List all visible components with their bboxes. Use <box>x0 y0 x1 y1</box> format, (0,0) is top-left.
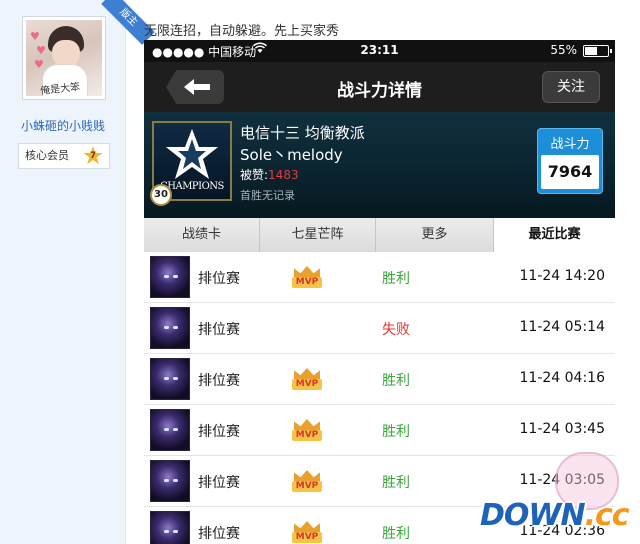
mvp-label: MVP <box>292 277 322 288</box>
match-time: 11-24 05:14 <box>519 319 605 335</box>
tab-3[interactable]: 更多 <box>376 218 494 252</box>
watermark-main: DOWN <box>480 498 586 533</box>
combat-power-value: 7964 <box>541 155 599 189</box>
game-mode: 排位赛 <box>198 322 240 338</box>
hero-eye <box>173 428 178 431</box>
member-badge: 核心会员 7 <box>18 143 110 169</box>
level-badge: 30 <box>150 184 172 206</box>
heart-icon: ♥ <box>34 58 44 71</box>
mvp-crown-icon: MVP <box>292 470 322 494</box>
avatar-caption: 俺是大笨 <box>39 81 81 96</box>
heart-icon: ♥ <box>30 30 40 43</box>
hero-eye <box>173 377 178 380</box>
mvp-label: MVP <box>292 532 322 543</box>
follow-button[interactable]: 关注 <box>542 71 600 103</box>
match-result: 胜利 <box>382 424 410 440</box>
status-bar: ●●●●● 中国移动 23:11 55% <box>144 40 615 62</box>
hero-eye <box>173 326 178 329</box>
server-faction: 电信十三 均衡教派 <box>240 124 365 142</box>
game-mode: 排位赛 <box>198 424 240 440</box>
combat-power-label: 战斗力 <box>550 137 590 152</box>
hero-portrait <box>150 511 190 544</box>
heart-icon: ♥ <box>36 44 46 57</box>
hero-portrait <box>150 256 190 298</box>
tab-1[interactable]: 战绩卡 <box>144 218 260 252</box>
match-row[interactable]: 排位赛 MVP 胜利 11-24 14:20 <box>144 252 615 303</box>
first-win-status: 首胜无记录 <box>240 189 295 202</box>
tab-4[interactable]: 最近比赛 <box>494 218 615 252</box>
hero-eye <box>164 377 169 380</box>
hero-eye <box>173 530 178 533</box>
battery-icon <box>583 45 612 57</box>
match-time: 11-24 03:45 <box>519 421 605 437</box>
likes-count: 被赞:1483 <box>240 166 299 183</box>
phone-screenshot: ●●●●● 中国移动 23:11 55% 战斗力详情 关注 CHAMPIONS <box>144 40 615 544</box>
hero-eye <box>164 326 169 329</box>
status-time: 23:11 <box>360 43 399 57</box>
match-result: 失败 <box>382 322 410 338</box>
forum-user-sidebar: ♥ ♥ ♥ 俺是大笨 版主 小蛛砸的小贱贱 核心会员 7 <box>0 0 155 544</box>
site-watermark: DOWN.cc <box>480 498 630 533</box>
hero-eye <box>164 428 169 431</box>
avatar-frame[interactable]: ♥ ♥ ♥ 俺是大笨 版主 <box>22 0 155 100</box>
match-row[interactable]: 排位赛 MVP 胜利 11-24 03:45 <box>144 405 615 456</box>
hero-portrait <box>150 409 190 451</box>
match-result: 胜利 <box>382 373 410 389</box>
watermark-suffix: .cc <box>584 498 630 533</box>
match-row[interactable]: 排位赛 失败 11-24 05:14 <box>144 303 615 354</box>
combat-power-card[interactable]: 战斗力 7964 <box>537 128 603 194</box>
champions-star-icon <box>166 129 218 179</box>
member-badge-label: 核心会员 <box>25 149 69 162</box>
battery-fill <box>585 47 597 55</box>
likes-value: 1483 <box>268 168 299 182</box>
match-row[interactable]: 排位赛 MVP 胜利 11-24 04:16 <box>144 354 615 405</box>
match-result: 胜利 <box>382 271 410 287</box>
hero-eye <box>173 479 178 482</box>
mvp-crown-icon: MVP <box>292 521 322 544</box>
avatar-face <box>52 40 80 66</box>
match-result: 胜利 <box>382 526 410 542</box>
mvp-crown-icon: MVP <box>292 368 322 392</box>
mvp-crown-icon: MVP <box>292 266 322 290</box>
post-text: 无限连招，自动躲避。先上买家秀 <box>144 24 340 39</box>
match-time: 11-24 14:20 <box>519 268 605 284</box>
game-mode: 排位赛 <box>198 475 240 491</box>
game-mode: 排位赛 <box>198 373 240 389</box>
hero-portrait <box>150 460 190 502</box>
battery-percent: 55% <box>550 43 577 57</box>
game-mode: 排位赛 <box>198 526 240 542</box>
hero-eye <box>173 275 178 278</box>
tab-bar: 战绩卡 七星芒阵 更多 最近比赛 <box>144 218 615 252</box>
mvp-label: MVP <box>292 481 322 492</box>
mvp-label: MVP <box>292 379 322 390</box>
tab-2[interactable]: 七星芒阵 <box>260 218 376 252</box>
hero-portrait <box>150 307 190 349</box>
player-profile: CHAMPIONS 30 电信十三 均衡教派 Sole丶melody 被赞:14… <box>144 112 615 218</box>
username-link[interactable]: 小蛛砸的小贱贱 <box>0 117 126 134</box>
mvp-crown-icon: MVP <box>292 419 322 443</box>
mvp-label: MVP <box>292 430 322 441</box>
likes-label: 被赞: <box>240 168 269 182</box>
avatar[interactable]: ♥ ♥ ♥ 俺是大笨 <box>26 20 102 96</box>
forum-post-page: ♥ ♥ ♥ 俺是大笨 版主 小蛛砸的小贱贱 核心会员 7 无限连招，自动躲避。先… <box>0 0 640 544</box>
player-name: Sole丶melody <box>240 146 343 164</box>
hero-portrait <box>150 358 190 400</box>
hero-eye <box>164 530 169 533</box>
hero-eye <box>164 479 169 482</box>
hero-eye <box>164 275 169 278</box>
nav-bar: 战斗力详情 关注 <box>144 62 615 112</box>
match-time: 11-24 04:16 <box>519 370 605 386</box>
member-level: 7 <box>89 151 97 161</box>
game-mode: 排位赛 <box>198 271 240 287</box>
match-result: 胜利 <box>382 475 410 491</box>
